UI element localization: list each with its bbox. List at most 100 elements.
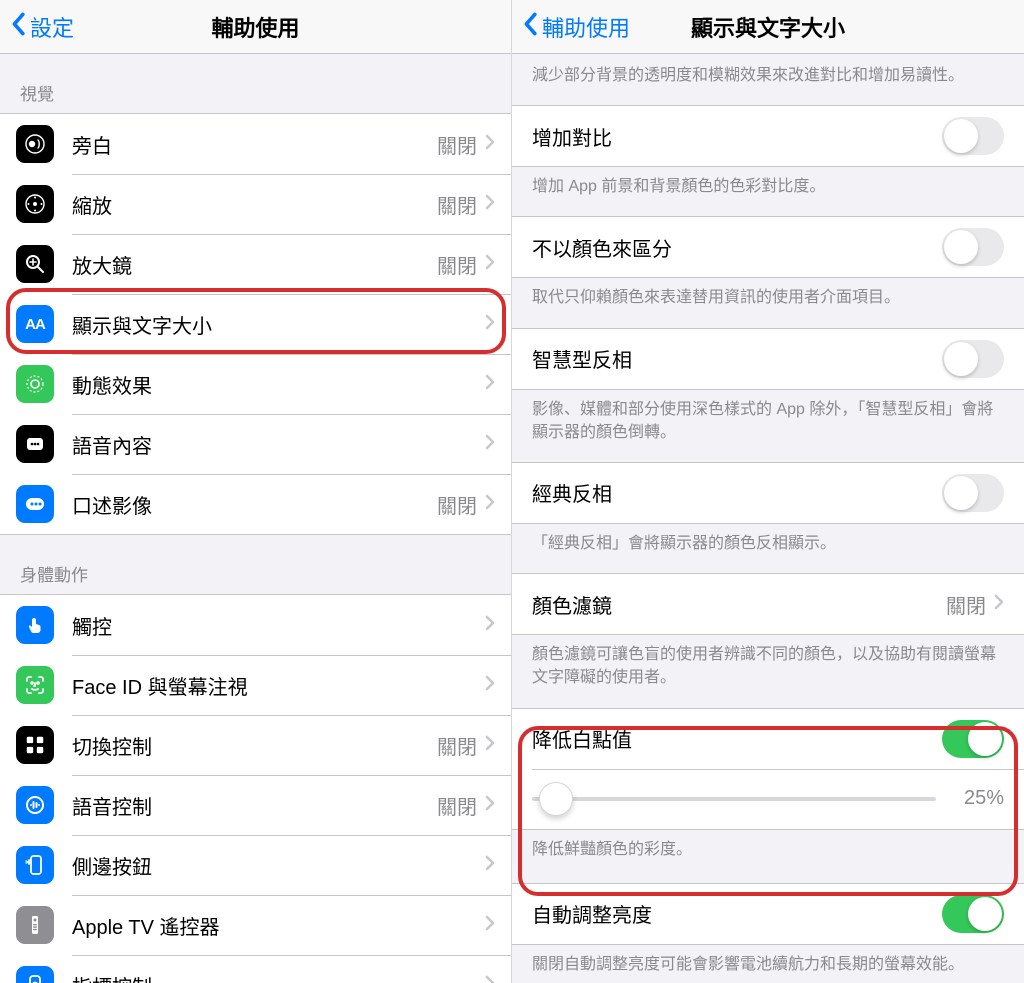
zoom-icon xyxy=(16,185,54,223)
reduce-white-point-slider-row: 25% xyxy=(512,769,1024,829)
magnifier-icon xyxy=(16,245,54,283)
row-detail: 關閉 xyxy=(437,731,477,760)
row-spoken-content[interactable]: 語音內容 xyxy=(0,414,511,474)
apple-tv-remote-icon xyxy=(16,906,54,944)
row-label: 放大鏡 xyxy=(72,250,437,279)
chevron-right-icon xyxy=(485,795,495,816)
chevron-left-icon xyxy=(10,12,26,42)
row-detail: 關閉 xyxy=(437,250,477,279)
side-button-icon xyxy=(16,846,54,884)
row-detail: 關閉 xyxy=(437,190,477,219)
row-label: 顏色濾鏡 xyxy=(532,590,946,619)
row-touch[interactable]: 觸控 xyxy=(0,595,511,655)
row-label: Apple TV 遙控器 xyxy=(72,911,485,940)
reduce-white-point-section: 降低白點值 25% xyxy=(512,708,1024,830)
back-button[interactable]: 設定 xyxy=(0,11,74,43)
spoken-content-icon xyxy=(16,425,54,463)
slider-thumb[interactable] xyxy=(539,782,573,816)
chevron-left-icon xyxy=(522,12,538,42)
row-label: 側邊按鈕 xyxy=(72,851,485,880)
row-faceid[interactable]: Face ID 與螢幕注視 xyxy=(0,655,511,715)
increase-contrast-footer: 增加 App 前景和背景顏色的色彩對比度。 xyxy=(512,167,1024,216)
row-label: 顯示與文字大小 xyxy=(72,310,485,339)
row-apple-tv-remote[interactable]: Apple TV 遙控器 xyxy=(0,895,511,955)
physical-list: 觸控 Face ID 與螢幕注視 切換控制 關閉 xyxy=(0,594,511,983)
row-label: 語音控制 xyxy=(72,791,437,820)
chevron-right-icon xyxy=(485,134,495,155)
row-magnifier[interactable]: 放大鏡 關閉 xyxy=(0,234,511,294)
row-display-text-size[interactable]: AA 顯示與文字大小 xyxy=(0,294,511,354)
differentiate-without-color-toggle[interactable] xyxy=(942,228,1004,266)
row-side-button[interactable]: 側邊按鈕 xyxy=(0,835,511,895)
chevron-right-icon xyxy=(485,194,495,215)
row-reduce-white-point[interactable]: 降低白點值 xyxy=(512,709,1024,769)
audio-descriptions-icon xyxy=(16,485,54,523)
row-differentiate-without-color[interactable]: 不以顏色來區分 xyxy=(512,217,1024,277)
row-voice-control[interactable]: 語音控制 關閉 xyxy=(0,775,511,835)
row-voiceover[interactable]: 旁白 關閉 xyxy=(0,114,511,174)
row-detail: 關閉 xyxy=(437,490,477,519)
right-scroll[interactable]: 減少部分背景的透明度和模糊效果來改進對比和增加易讀性。 增加對比 增加 App … xyxy=(512,54,1024,983)
chevron-right-icon xyxy=(485,494,495,515)
back-label: 設定 xyxy=(30,11,74,43)
row-label: 語音內容 xyxy=(72,430,485,459)
row-color-filters[interactable]: 顏色濾鏡 關閉 xyxy=(512,574,1024,634)
chevron-right-icon xyxy=(485,735,495,756)
chevron-right-icon xyxy=(485,374,495,395)
touch-icon xyxy=(16,606,54,644)
chevron-right-icon xyxy=(485,434,495,455)
classic-invert-toggle[interactable] xyxy=(942,474,1004,512)
display-text-size-panel: 輔助使用 顯示與文字大小 減少部分背景的透明度和模糊效果來改進對比和增加易讀性。… xyxy=(512,0,1024,983)
section-header-vision: 視覺 xyxy=(0,54,511,113)
chevron-right-icon xyxy=(485,675,495,696)
reduce-white-point-footer: 降低鮮豔顏色的彩度。 xyxy=(512,830,1024,883)
switch-control-icon xyxy=(16,726,54,764)
chevron-right-icon xyxy=(994,594,1004,615)
row-label: 觸控 xyxy=(72,611,485,640)
row-classic-invert[interactable]: 經典反相 xyxy=(512,463,1024,523)
row-label: 口述影像 xyxy=(72,490,437,519)
row-label: 不以顏色來區分 xyxy=(532,233,942,262)
reduce-white-point-toggle[interactable] xyxy=(942,720,1004,758)
section-header-physical: 身體動作 xyxy=(0,535,511,594)
back-button[interactable]: 輔助使用 xyxy=(512,11,630,43)
row-label: Face ID 與螢幕注視 xyxy=(72,671,485,700)
display-text-icon: AA xyxy=(16,305,54,343)
row-motion[interactable]: 動態效果 xyxy=(0,354,511,414)
row-label: 縮放 xyxy=(72,190,437,219)
row-audio-descriptions[interactable]: 口述影像 關閉 xyxy=(0,474,511,534)
faceid-icon xyxy=(16,666,54,704)
row-auto-brightness[interactable]: 自動調整亮度 xyxy=(512,884,1024,944)
increase-contrast-toggle[interactable] xyxy=(942,117,1004,155)
auto-brightness-toggle[interactable] xyxy=(942,895,1004,933)
chevron-right-icon xyxy=(485,855,495,876)
reduce-white-point-slider[interactable] xyxy=(532,797,936,801)
row-label: 切換控制 xyxy=(72,731,437,760)
row-label: 經典反相 xyxy=(532,478,942,507)
smart-invert-footer: 影像、媒體和部分使用深色樣式的 App 除外，「智慧型反相」會將顯示器的顏色倒轉… xyxy=(512,390,1024,462)
chevron-right-icon xyxy=(485,915,495,936)
row-zoom[interactable]: 縮放 關閉 xyxy=(0,174,511,234)
nav-bar-right: 輔助使用 顯示與文字大小 xyxy=(512,0,1024,54)
voiceover-icon xyxy=(16,125,54,163)
row-smart-invert[interactable]: 智慧型反相 xyxy=(512,329,1024,389)
accessibility-panel: 設定 輔助使用 視覺 旁白 關閉 縮放 關閉 xyxy=(0,0,512,983)
voice-control-icon xyxy=(16,786,54,824)
row-label: 降低白點值 xyxy=(532,724,942,753)
row-increase-contrast[interactable]: 增加對比 xyxy=(512,106,1024,166)
vision-list: 旁白 關閉 縮放 關閉 放大鏡 關閉 xyxy=(0,113,511,535)
row-detail: 關閉 xyxy=(946,590,986,619)
row-detail: 關閉 xyxy=(437,130,477,159)
row-switch-control[interactable]: 切換控制 關閉 xyxy=(0,715,511,775)
row-detail: 關閉 xyxy=(437,791,477,820)
left-scroll[interactable]: 視覺 旁白 關閉 縮放 關閉 xyxy=(0,54,511,983)
row-label: 指標控制 xyxy=(72,971,485,983)
auto-brightness-footer: 關閉自動調整亮度可能會影響電池續航力和長期的螢幕效能。 xyxy=(512,945,1024,976)
row-pointer-control[interactable]: 指標控制 xyxy=(0,955,511,983)
row-label: 自動調整亮度 xyxy=(532,899,942,928)
smart-invert-toggle[interactable] xyxy=(942,340,1004,378)
page-title: 輔助使用 xyxy=(0,11,511,43)
nav-bar-left: 設定 輔助使用 xyxy=(0,0,511,54)
slider-value: 25% xyxy=(950,787,1004,810)
chevron-right-icon xyxy=(485,975,495,983)
